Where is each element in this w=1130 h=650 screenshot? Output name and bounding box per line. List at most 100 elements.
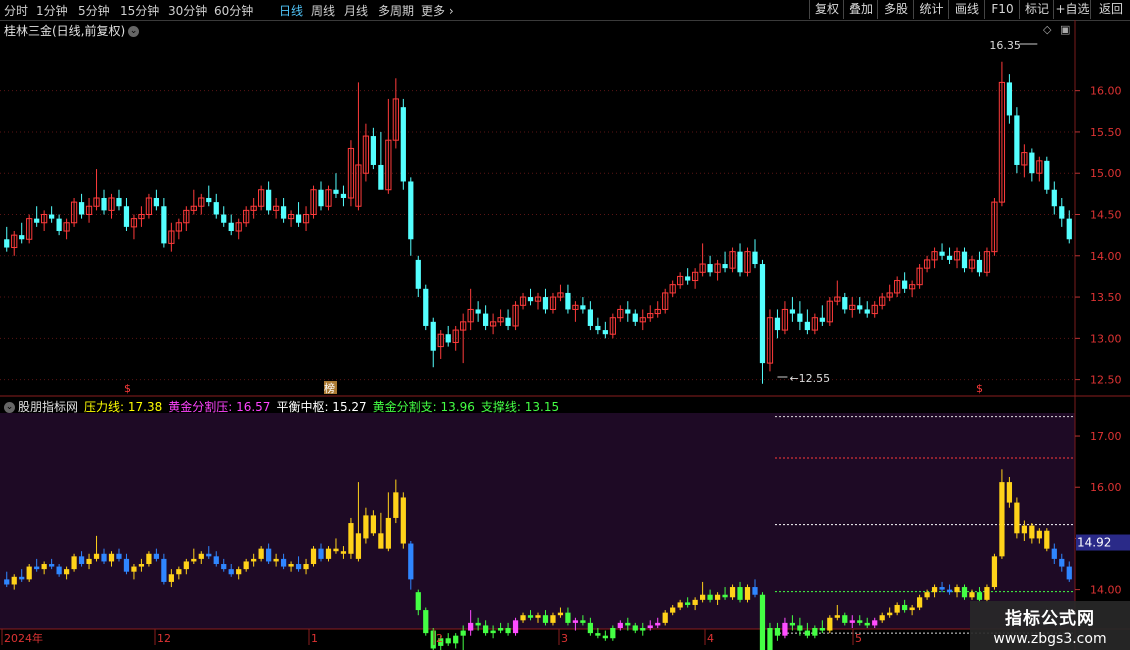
indicator-candle <box>460 630 466 636</box>
date-label: 2 <box>436 632 443 645</box>
indicator-candle <box>849 620 855 623</box>
date-label: 2024年 <box>4 631 43 645</box>
indicator-candle <box>797 625 803 631</box>
candle-body <box>737 251 743 273</box>
date-label: 1 <box>311 632 318 645</box>
candle-body <box>153 197 160 207</box>
indicator-candle <box>670 607 676 613</box>
candle-body <box>423 288 429 326</box>
candle-body <box>266 189 272 211</box>
indicator-candle <box>640 628 646 631</box>
indicator-candle <box>26 566 32 580</box>
candle-body <box>1029 152 1035 174</box>
candle-body <box>161 206 167 244</box>
main-price-tick: 15.50 <box>1090 126 1122 139</box>
main-price-tick: 13.00 <box>1090 332 1122 345</box>
watermark-url: www.zbgs3.com <box>993 631 1107 647</box>
indicator-candle <box>707 594 713 600</box>
candle-body <box>213 202 219 215</box>
candle-body <box>445 334 451 343</box>
candle-body <box>939 251 945 256</box>
indicator-candle <box>288 564 294 567</box>
indicator-candle <box>490 630 496 634</box>
panel-toggle-icon[interactable]: ▣ <box>1060 23 1070 36</box>
stock-title-text: 桂林三金(日线,前复权) <box>4 24 126 38</box>
indicator-candle <box>325 548 332 559</box>
indicator-candle <box>879 615 885 621</box>
current-price-label: 14.92 <box>1077 536 1111 550</box>
indicator-candle <box>542 615 549 623</box>
indicator-candle <box>355 533 362 559</box>
indicator-candle <box>206 553 212 557</box>
indicator-candle <box>991 556 998 588</box>
candle-body <box>864 309 870 314</box>
candle-body <box>408 181 414 240</box>
candle-body <box>378 164 384 190</box>
indicator-candle <box>961 587 968 598</box>
diamond-icon[interactable]: ◇ <box>1043 23 1051 36</box>
indicator-candle <box>1006 482 1013 503</box>
chevron-down-icon[interactable]: ⌄ <box>128 26 140 37</box>
candle-body <box>1051 189 1057 207</box>
indicator-price-tick: 16.00 <box>1090 481 1122 494</box>
indicator-candle <box>812 628 818 636</box>
indicator-candle <box>565 612 571 623</box>
indicator-candle <box>86 558 92 565</box>
indicator-candle <box>273 558 279 562</box>
indicator-candle <box>236 569 242 575</box>
candle-body <box>961 251 968 269</box>
indicator-candle <box>408 543 414 580</box>
site-watermark: 指标公式网 www.zbgs3.com <box>970 601 1130 650</box>
indicator-candle <box>774 628 781 636</box>
candle-body <box>318 189 324 207</box>
indicator-candle <box>497 628 504 631</box>
indicator-candle <box>580 620 586 623</box>
indicator-candle <box>153 553 160 559</box>
indicator-candle <box>176 569 182 575</box>
candle-body <box>722 264 728 269</box>
indicator-candle <box>782 622 788 636</box>
chart-marker: $ <box>124 382 131 395</box>
main-price-tick: 14.50 <box>1090 209 1122 222</box>
candle-body <box>415 259 421 289</box>
indicator-candle <box>1059 558 1065 567</box>
indicator-panel-bg <box>0 413 1075 629</box>
main-price-tick: 13.50 <box>1090 291 1122 304</box>
indicator-candle <box>857 620 863 623</box>
indicator-candle <box>625 622 631 626</box>
indicator-candle <box>976 592 983 600</box>
indicator-candle <box>468 622 474 631</box>
indicator-candle <box>572 620 579 623</box>
candle-body <box>602 330 608 335</box>
candle-body <box>632 313 638 322</box>
candle-body <box>797 313 803 322</box>
indicator-candle <box>333 548 339 552</box>
indicator-candle <box>505 628 511 634</box>
indicator-candle <box>93 553 100 559</box>
candle-body <box>707 264 713 273</box>
indicator-candle <box>1051 548 1057 559</box>
chevron-down-icon[interactable]: ⌄ <box>4 402 15 413</box>
candle-body <box>78 202 85 215</box>
indicator-candle <box>348 523 354 554</box>
indicator-candle <box>647 625 653 628</box>
indicator-candle <box>827 617 833 631</box>
indicator-candle <box>520 615 526 621</box>
high-label: 16.35 <box>989 39 1021 52</box>
candle-body <box>804 321 810 331</box>
indicator-candle <box>602 635 608 639</box>
indicator-candle <box>138 564 145 567</box>
watermark-logo-text: 指标公式网 <box>1005 609 1095 629</box>
indicator-candle <box>512 620 519 634</box>
indicator-candle <box>41 564 47 570</box>
candle-body <box>221 214 227 223</box>
candle-body <box>759 264 766 364</box>
main-price-tick: 15.00 <box>1090 167 1122 180</box>
indicator-candle <box>71 556 77 570</box>
indicator-candle <box>916 597 923 608</box>
candle-body <box>789 309 796 314</box>
indicator-candle <box>445 638 451 644</box>
indicator-candle <box>729 587 736 598</box>
indicator-candle <box>767 628 773 650</box>
indicator-candle <box>34 566 40 570</box>
